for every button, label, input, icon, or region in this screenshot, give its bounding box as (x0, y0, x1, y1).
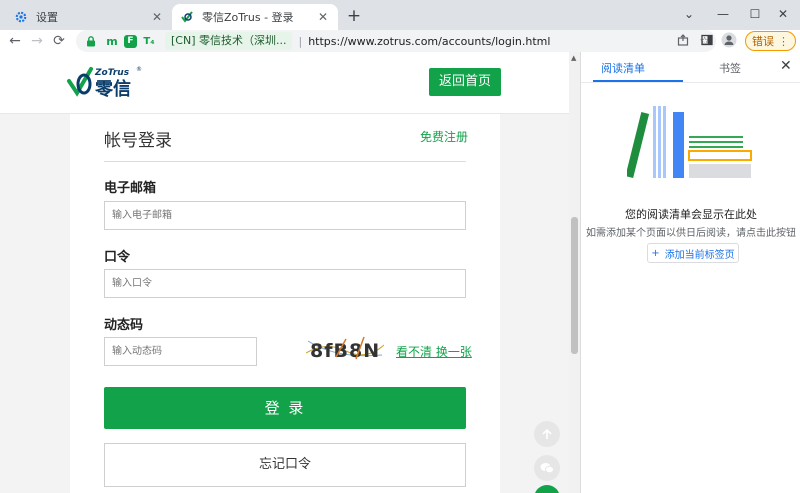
tab-close-icon[interactable]: ✕ (316, 10, 330, 24)
reload-button[interactable]: ⟳ (48, 30, 70, 52)
register-link[interactable]: 免费注册 (420, 128, 468, 145)
window-close-button[interactable]: ✕ (766, 0, 800, 30)
dynamic-code-field[interactable] (104, 337, 257, 366)
forgot-password-button[interactable]: 忘记口令 (104, 443, 466, 487)
chevron-down-icon[interactable]: ⌄ (672, 0, 706, 30)
wechat-button[interactable] (534, 455, 560, 481)
new-tab-button[interactable]: + (344, 6, 364, 26)
f-extension-icon[interactable]: F (124, 34, 137, 48)
login-button[interactable]: 登 录 (104, 387, 466, 429)
page-scrollbar[interactable]: ▲ (569, 52, 580, 493)
zotrus-logo[interactable]: ZoTrus ® 零信 (66, 64, 156, 100)
site-header: ZoTrus ® 零信 返回首页 (0, 52, 570, 114)
tab-zotrus-login[interactable]: 零信ZoTrus - 登录 ✕ (172, 4, 338, 30)
arrow-up-icon (542, 428, 552, 439)
add-current-tab-button[interactable]: + 添加当前标签页 (647, 243, 739, 263)
contact-button[interactable] (534, 485, 560, 493)
logo-text-cn: 零信 (94, 78, 131, 100)
tab-bookmarks[interactable]: 书签 (719, 60, 741, 76)
address-bar[interactable]: m F T₄ [CN] 零信技术（深圳... | https://www.zot… (76, 30, 716, 52)
refresh-captcha-link[interactable]: 看不清 换一张 (396, 343, 472, 360)
panel-close-icon[interactable]: ✕ (780, 58, 792, 74)
translate-extension-icon[interactable]: T₄ (140, 33, 158, 49)
logo-reg-mark: ® (136, 66, 142, 73)
captcha-image[interactable]: 8fB8N (305, 333, 385, 363)
tab-reading-list[interactable]: 阅读清单 (601, 60, 691, 76)
empty-state-title: 您的阅读清单会显示在此处 (625, 208, 757, 221)
toolbar-right: 错误 ⋮ (701, 30, 796, 52)
zotrus-favicon-icon (180, 10, 194, 24)
email-field[interactable] (104, 201, 466, 230)
error-label: 错误 (752, 35, 774, 48)
side-panel-icon[interactable] (701, 34, 713, 49)
back-button[interactable]: ← (4, 30, 26, 52)
m-extension-icon[interactable]: m (103, 33, 121, 49)
tab-title: 零信ZoTrus - 登录 (202, 11, 294, 24)
back-to-top-button[interactable] (534, 421, 560, 447)
password-field[interactable] (104, 269, 466, 298)
tab-title: 设置 (36, 11, 58, 24)
login-title: 帐号登录 (104, 131, 172, 151)
reading-list-panel: 阅读清单 书签 ✕ 您的阅读清单会显示在此处 如需添加某个页面以供日后阅读，请点… (580, 52, 800, 493)
scroll-up-icon[interactable]: ▲ (571, 54, 576, 62)
minimize-button[interactable]: — (706, 0, 740, 30)
plus-icon: + (651, 247, 660, 259)
share-icon[interactable] (677, 33, 689, 49)
panel-divider (581, 82, 800, 83)
return-home-button[interactable]: 返回首页 (429, 68, 501, 96)
wechat-icon (540, 463, 554, 474)
title-divider (104, 161, 466, 162)
url-separator: | (298, 34, 303, 48)
tab-settings[interactable]: 设置 ✕ (6, 4, 172, 30)
add-button-label: 添加当前标签页 (664, 249, 735, 261)
password-label: 口令 (104, 250, 131, 265)
email-label: 电子邮箱 (104, 181, 157, 196)
captcha-text: 8fB8N (310, 340, 380, 362)
browser-toolbar: ← → ⟳ m F T₄ [CN] 零信技术（深圳... | https://w… (0, 30, 800, 52)
forward-button[interactable]: → (26, 30, 48, 52)
dynamic-code-label: 动态码 (104, 318, 144, 333)
error-button[interactable]: 错误 ⋮ (745, 31, 796, 51)
logo-text-top: ZoTrus (94, 68, 130, 78)
tab-strip: 设置 ✕ 零信ZoTrus - 登录 ✕ + ⌄ — ☐ ✕ (0, 0, 800, 30)
lock-icon[interactable] (82, 33, 100, 49)
web-page: ZoTrus ® 零信 返回首页 帐号登录 免费注册 电子邮箱 口令 动态码 8… (0, 52, 580, 493)
gear-icon (14, 10, 28, 24)
tab-close-icon[interactable]: ✕ (150, 10, 164, 24)
more-vert-icon: ⋮ (778, 34, 789, 48)
profile-avatar-icon[interactable] (721, 32, 737, 51)
empty-state-subtitle: 如需添加某个页面以供日后阅读，请点击此按钮 (586, 228, 796, 239)
url-text[interactable]: https://www.zotrus.com/accounts/login.ht… (308, 35, 550, 48)
ev-certificate-badge[interactable]: [CN] 零信技术（深圳... (165, 32, 293, 50)
scroll-thumb[interactable] (571, 217, 578, 354)
login-card: 帐号登录 免费注册 电子邮箱 口令 动态码 8fB8N 看不清 换一张 登 录 … (70, 114, 500, 493)
reading-list-illustration-icon (625, 106, 757, 186)
